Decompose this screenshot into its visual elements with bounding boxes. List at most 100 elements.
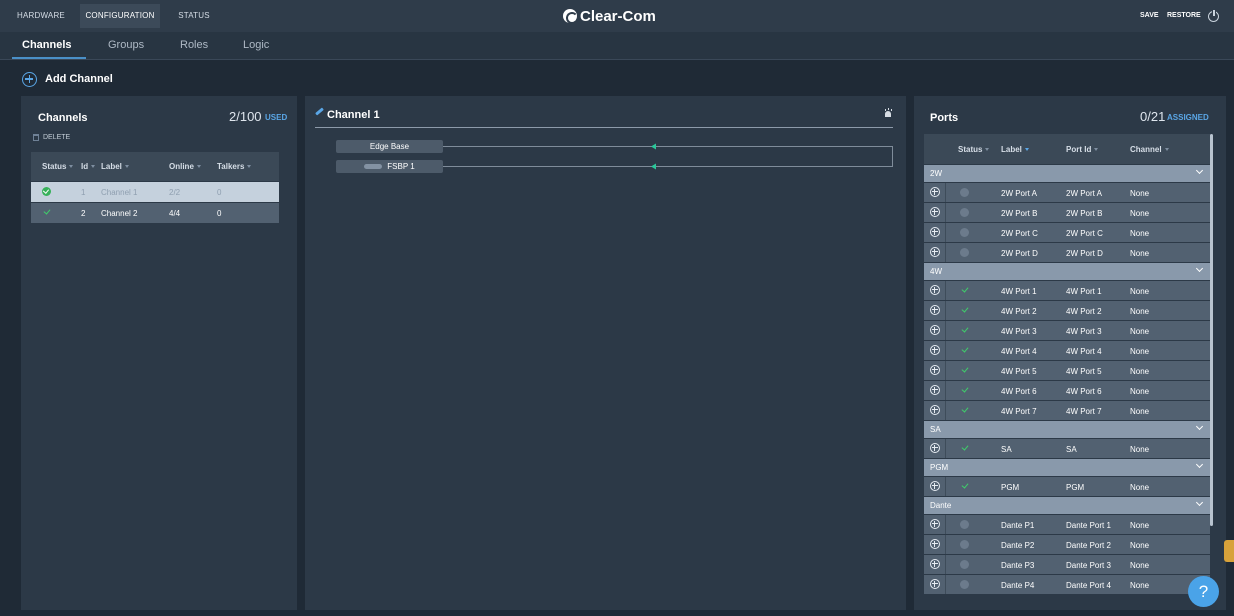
port-group-header[interactable]: 2W xyxy=(924,165,1210,182)
add-port-icon[interactable] xyxy=(930,579,940,589)
divider xyxy=(945,223,946,242)
port-id-cell: Dante Port 3 xyxy=(1066,561,1111,570)
table-row[interactable]: 2W Port C 2W Port C None xyxy=(924,223,1210,242)
channels-table: Status Id Label Online Talkers 1 Channel… xyxy=(31,152,279,223)
column-talkers[interactable]: Talkers xyxy=(217,162,267,171)
status-check-icon xyxy=(960,325,969,334)
tab-configuration[interactable]: CONFIGURATION xyxy=(80,4,160,28)
table-row[interactable]: 4W Port 6 4W Port 6 None xyxy=(924,381,1210,400)
column-status[interactable]: Status xyxy=(958,145,990,154)
status-check-icon xyxy=(960,305,969,314)
signal-arrow-icon xyxy=(651,143,656,150)
divider xyxy=(945,183,946,202)
port-id-cell: 2W Port A xyxy=(1066,189,1103,198)
add-port-icon[interactable] xyxy=(930,325,940,335)
add-port-icon[interactable] xyxy=(930,539,940,549)
column-label-label: Label xyxy=(101,162,122,171)
divider xyxy=(945,321,946,340)
online-check-icon xyxy=(42,186,51,196)
column-channel-label: Channel xyxy=(1130,145,1162,154)
channel-cell: None xyxy=(1130,541,1150,550)
add-port-icon[interactable] xyxy=(930,405,940,415)
status-check-icon xyxy=(960,481,969,490)
add-port-icon[interactable] xyxy=(930,385,940,395)
table-row[interactable]: Dante P2 Dante Port 2 None xyxy=(924,535,1210,554)
port-group-header[interactable]: 4W xyxy=(924,263,1210,280)
add-port-icon[interactable] xyxy=(930,305,940,315)
table-row[interactable]: 4W Port 2 4W Port 2 None xyxy=(924,301,1210,320)
save-button[interactable]: SAVE xyxy=(1140,12,1159,19)
column-label[interactable]: Label xyxy=(101,162,169,171)
column-label[interactable]: Label xyxy=(1001,145,1029,154)
device-node-edge-base[interactable]: Edge Base xyxy=(336,140,443,153)
side-drawer-handle[interactable] xyxy=(1224,540,1234,562)
table-row[interactable]: 4W Port 4 4W Port 4 None xyxy=(924,341,1210,360)
port-group-label: PGM xyxy=(930,463,949,472)
table-row[interactable]: SA SA None xyxy=(924,439,1210,458)
port-id-cell: 4W Port 2 xyxy=(1066,307,1102,316)
add-port-icon[interactable] xyxy=(930,443,940,453)
table-row[interactable]: Dante P4 Dante Port 4 None xyxy=(924,575,1210,594)
add-port-icon[interactable] xyxy=(930,365,940,375)
table-row[interactable]: PGM PGM None xyxy=(924,477,1210,496)
add-port-icon[interactable] xyxy=(930,207,940,217)
tab-status[interactable]: STATUS xyxy=(166,4,222,28)
chevron-down-icon xyxy=(1195,460,1204,469)
tab-groups[interactable]: Groups xyxy=(108,39,144,51)
power-icon[interactable] xyxy=(1208,9,1219,22)
table-row[interactable]: 2W Port B 2W Port B None xyxy=(924,203,1210,222)
sort-icon xyxy=(196,165,201,169)
tab-roles[interactable]: Roles xyxy=(180,39,208,51)
table-row[interactable]: 1 Channel 1 2/2 0 xyxy=(31,182,279,202)
restore-button[interactable]: RESTORE xyxy=(1167,12,1201,19)
table-row[interactable]: 4W Port 3 4W Port 3 None xyxy=(924,321,1210,340)
add-port-icon[interactable] xyxy=(930,227,940,237)
ports-assigned-suffix: ASSIGNED xyxy=(1167,113,1209,122)
clear-com-logo-icon xyxy=(563,9,578,24)
channel-cell: None xyxy=(1130,445,1150,454)
divider xyxy=(945,381,946,400)
table-row[interactable]: 2 Channel 2 4/4 0 xyxy=(31,203,279,223)
column-online[interactable]: Online xyxy=(169,162,217,171)
brand-name: Clear-Com xyxy=(580,7,656,25)
delete-button[interactable]: DELETE xyxy=(33,134,70,141)
table-row[interactable]: Dante P1 Dante Port 1 None xyxy=(924,515,1210,534)
scrollbar[interactable] xyxy=(1210,134,1213,526)
table-row[interactable]: 2W Port A 2W Port A None xyxy=(924,183,1210,202)
table-row[interactable]: Dante P3 Dante Port 3 None xyxy=(924,555,1210,574)
tab-logic[interactable]: Logic xyxy=(243,39,269,51)
column-id[interactable]: Id xyxy=(81,162,101,171)
table-row[interactable]: 4W Port 1 4W Port 1 None xyxy=(924,281,1210,300)
column-port-id[interactable]: Port Id xyxy=(1066,145,1099,154)
add-port-icon[interactable] xyxy=(930,285,940,295)
column-channel[interactable]: Channel xyxy=(1130,145,1169,154)
id-cell: 2 xyxy=(81,208,86,218)
add-port-icon[interactable] xyxy=(930,481,940,491)
status-check-icon xyxy=(960,443,969,452)
port-id-cell: PGM xyxy=(1066,483,1085,492)
label-cell: PGM xyxy=(1001,483,1020,492)
table-row[interactable]: 4W Port 7 4W Port 7 None xyxy=(924,401,1210,420)
channel-cell: None xyxy=(1130,327,1150,336)
port-group-header[interactable]: PGM xyxy=(924,459,1210,476)
port-group-header[interactable]: Dante xyxy=(924,497,1210,514)
add-port-icon[interactable] xyxy=(930,559,940,569)
port-id-cell: Dante Port 4 xyxy=(1066,581,1111,590)
ports-table: Status Label Port Id Channel 2W 2W Port A… xyxy=(924,134,1210,594)
port-group-header[interactable]: SA xyxy=(924,421,1210,438)
trash-icon xyxy=(33,134,39,141)
device-node-fsbp[interactable]: FSBP 1 xyxy=(336,160,443,173)
status-check-icon xyxy=(960,285,969,294)
add-port-icon[interactable] xyxy=(930,187,940,197)
help-button[interactable]: ? xyxy=(1188,576,1219,607)
divider xyxy=(945,401,946,420)
table-row[interactable]: 2W Port D 2W Port D None xyxy=(924,243,1210,262)
column-status[interactable]: Status xyxy=(31,162,81,171)
add-port-icon[interactable] xyxy=(930,519,940,529)
add-port-icon[interactable] xyxy=(930,345,940,355)
table-row[interactable]: 4W Port 5 4W Port 5 None xyxy=(924,361,1210,380)
add-channel-button[interactable]: Add Channel xyxy=(22,70,113,88)
add-port-icon[interactable] xyxy=(930,247,940,257)
tab-hardware[interactable]: HARDWARE xyxy=(12,4,70,28)
tab-channels[interactable]: Channels xyxy=(22,39,72,51)
